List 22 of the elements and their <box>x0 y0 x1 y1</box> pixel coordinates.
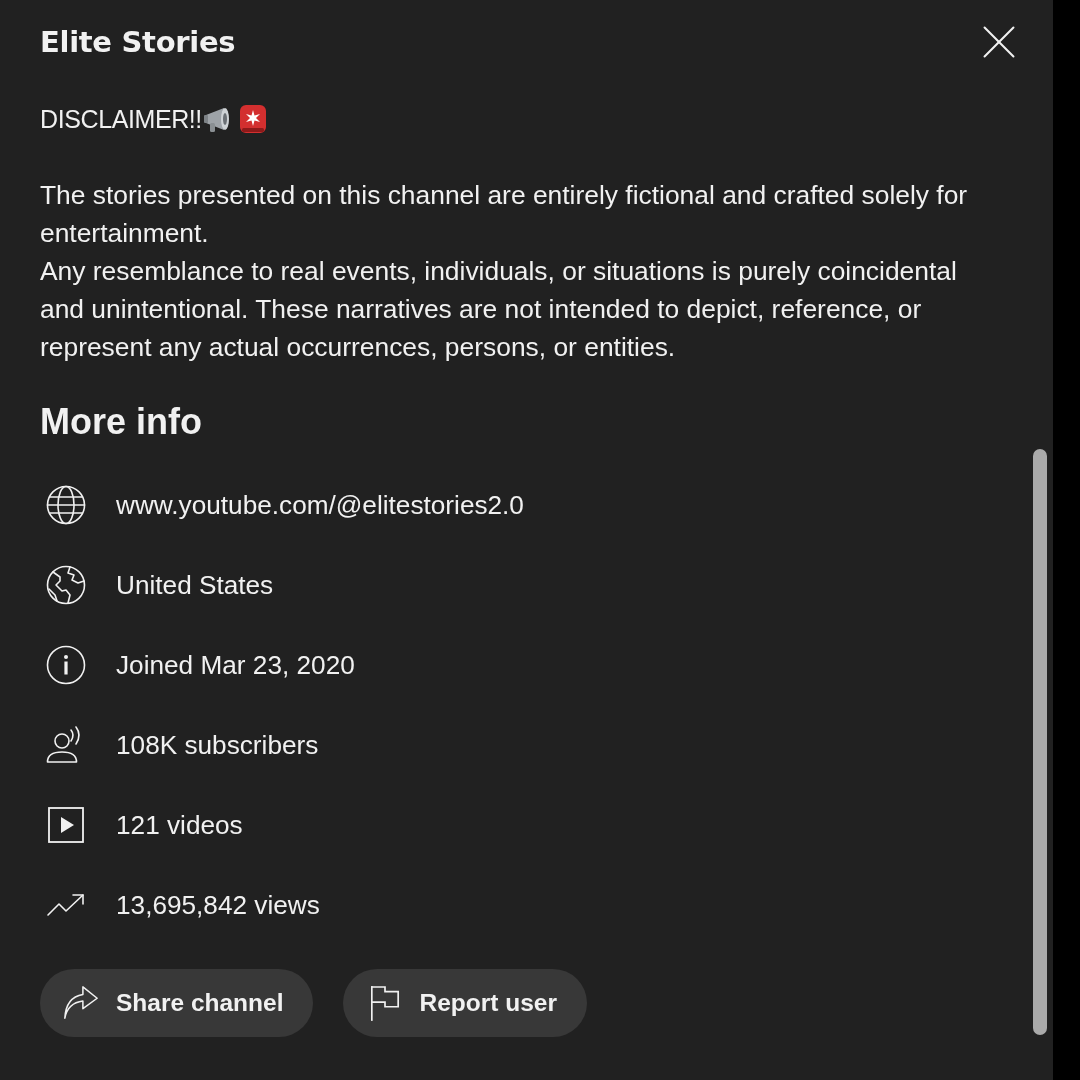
country-text: United States <box>116 569 274 601</box>
channel-link[interactable]: www.youtube.com/@elitestories2.0 <box>116 489 524 521</box>
flag-icon <box>369 984 402 1022</box>
disclaimer-heading: DISCLAIMER!! <box>40 104 202 135</box>
share-arrow-icon <box>62 984 100 1022</box>
siren-icon <box>237 104 268 134</box>
section-heading: More info <box>40 402 202 442</box>
joined-date-text: Joined Mar 23, 2020 <box>116 649 355 681</box>
report-user-button[interactable]: Report user <box>343 969 587 1037</box>
subscriber-count: 108K subscribers <box>116 729 319 761</box>
world-map-globe-icon <box>46 565 86 605</box>
scrollbar-thumb[interactable] <box>1033 449 1047 1035</box>
play-square-icon <box>46 805 86 845</box>
info-icon <box>46 645 86 685</box>
video-count: 121 videos <box>116 809 243 841</box>
description-paragraph: The stories presented on this channel are entirely fictional and crafted solely for entertainment. <box>40 179 969 250</box>
share-channel-button[interactable]: Share channel <box>40 969 314 1037</box>
globe-icon <box>46 485 86 525</box>
view-count: 13,695,842 views <box>116 889 320 921</box>
dialog-title: Elite Stories <box>40 24 236 60</box>
close-icon <box>982 25 1016 59</box>
description-paragraph: Any resemblance to real events, individuals, or situations is purely coincidental and unintentional. These narratives are not intended to depict, reference, or represent any actual occurrences, persons, or entities. <box>40 255 958 364</box>
